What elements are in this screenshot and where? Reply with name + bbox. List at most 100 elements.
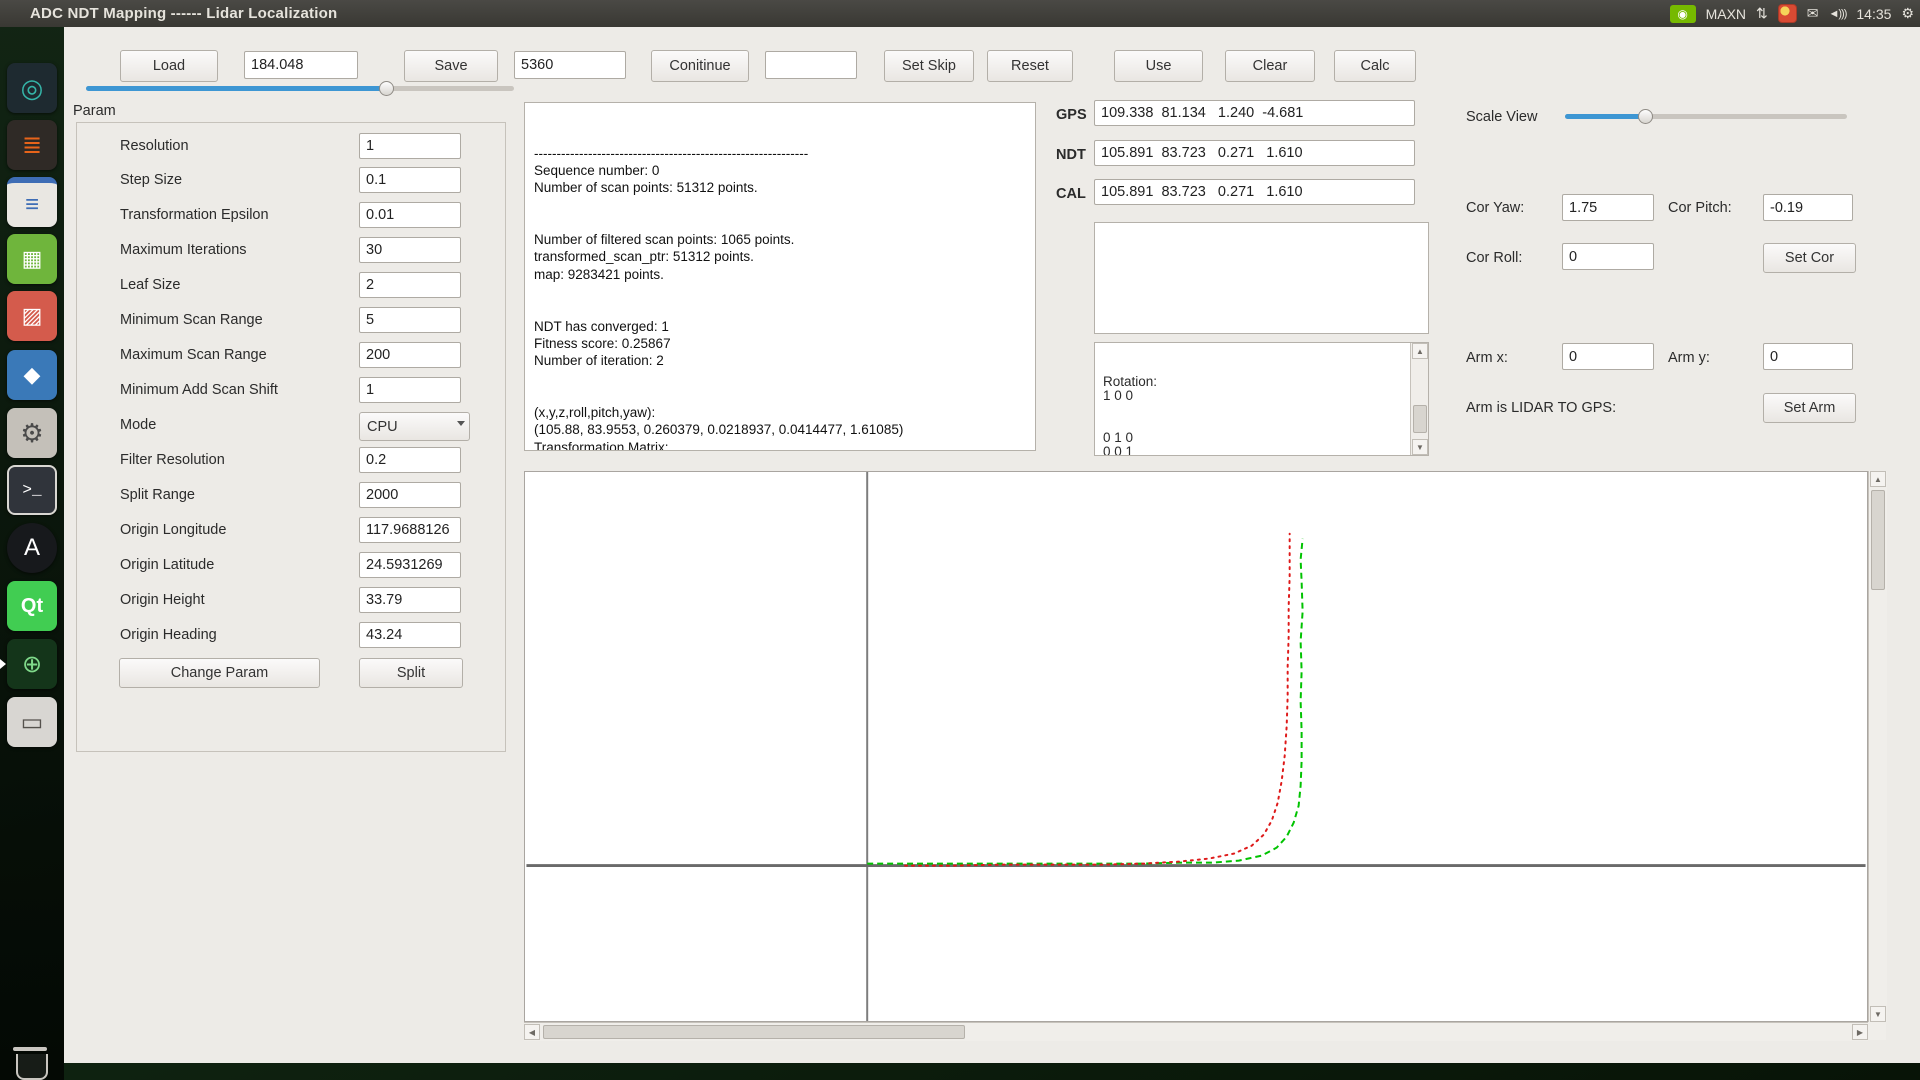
launcher-disks[interactable]: ▭	[7, 697, 57, 747]
calc-button[interactable]: Calc	[1334, 50, 1416, 82]
rotation-scrollbar[interactable]: ▲ ▼	[1410, 343, 1428, 455]
split-button[interactable]: Split	[359, 658, 463, 688]
trajectory-plot	[525, 472, 1867, 1021]
trash-icon	[16, 1054, 48, 1080]
scale-view-label: Scale View	[1466, 109, 1537, 125]
param-input-leaf-size[interactable]	[359, 272, 461, 298]
map-horizontal-scrollbar[interactable]: ◀ ▶	[524, 1022, 1868, 1041]
rotation-scrollbar-handle[interactable]	[1413, 405, 1427, 433]
chevron-down-icon	[457, 421, 465, 426]
cor-pitch-input[interactable]	[1763, 194, 1853, 221]
launcher-terminal[interactable]: >_	[7, 465, 57, 515]
scale-view-slider-knob[interactable]	[1638, 109, 1653, 124]
session-gear-icon[interactable]: ⚙	[1901, 5, 1914, 22]
launcher-libreoffice-calc[interactable]: ▦	[7, 234, 57, 284]
map-scroll-down-icon[interactable]: ▼	[1870, 1006, 1886, 1022]
param-label-split-range: Split Range	[120, 487, 195, 503]
launcher-dash[interactable]: ◎	[7, 63, 57, 113]
clear-button[interactable]: Clear	[1225, 50, 1315, 82]
cor-roll-label: Cor Roll:	[1466, 250, 1522, 266]
use-button[interactable]: Use	[1114, 50, 1203, 82]
gps-trajectory-trace	[905, 534, 1290, 866]
map-scroll-right-icon[interactable]: ▶	[1852, 1024, 1868, 1040]
set-arm-button[interactable]: Set Arm	[1763, 393, 1856, 423]
arm-note-label: Arm is LIDAR TO GPS:	[1466, 400, 1616, 416]
param-input-origin-latitude[interactable]	[359, 552, 461, 578]
map-hscroll-handle[interactable]	[543, 1025, 965, 1039]
ndt-trajectory-trace	[867, 539, 1302, 864]
mail-icon[interactable]: ✉	[1807, 5, 1819, 22]
param-label-origin-latitude: Origin Latitude	[120, 557, 214, 573]
map-vertical-scrollbar[interactable]: ▲ ▼	[1868, 471, 1887, 1022]
window-title: ADC NDT Mapping ------ Lidar Localizatio…	[30, 5, 337, 22]
clock-label[interactable]: 14:35	[1856, 6, 1891, 22]
map-scroll-up-icon[interactable]: ▲	[1870, 471, 1886, 487]
scrollbar-corner	[1868, 1022, 1886, 1040]
rotation-text: Rotation:1 0 0 0 1 00 0 1 roll:0 pitch:-…	[1095, 343, 1428, 456]
save-button[interactable]: Save	[404, 50, 498, 82]
gps-label: GPS	[1056, 107, 1087, 123]
param-group-title: Param	[73, 103, 116, 119]
launcher-qt[interactable]: Qt	[7, 581, 57, 631]
set-cor-button[interactable]: Set Cor	[1763, 243, 1856, 273]
launcher-trash[interactable]	[7, 1042, 57, 1080]
log-output: ----------------------------------------…	[524, 102, 1036, 451]
param-label-origin-heading: Origin Heading	[120, 627, 217, 643]
arm-y-input[interactable]	[1763, 343, 1853, 370]
param-input-filter-resolution[interactable]	[359, 447, 461, 473]
param-input-resolution[interactable]	[359, 133, 461, 159]
sequence-slider[interactable]	[86, 86, 514, 91]
param-input-min-scan-range[interactable]	[359, 307, 461, 333]
param-label-filter-resolution: Filter Resolution	[120, 452, 225, 468]
launcher-app-a[interactable]: A	[7, 523, 57, 573]
scroll-down-icon[interactable]: ▼	[1412, 439, 1428, 455]
cor-yaw-input[interactable]	[1562, 194, 1654, 221]
continue-button[interactable]: Conitinue	[651, 50, 749, 82]
param-input-step-size[interactable]	[359, 167, 461, 193]
param-input-max-iterations[interactable]	[359, 237, 461, 263]
map-vscroll-handle[interactable]	[1871, 490, 1885, 590]
reset-button[interactable]: Reset	[987, 50, 1073, 82]
cal-value-input[interactable]	[1094, 179, 1415, 205]
scale-view-slider[interactable]	[1565, 114, 1847, 119]
arm-x-label: Arm x:	[1466, 350, 1508, 366]
param-label-trans-epsilon: Transformation Epsilon	[120, 207, 269, 223]
param-label-min-scan-range: Minimum Scan Range	[120, 312, 263, 328]
gps-value-input[interactable]	[1094, 100, 1415, 126]
launcher-dock: ◎ ≣ ≡ ▦ ▨ ◆ ⚙ >_ A Qt ⊕ ▭	[0, 27, 64, 1080]
save-value-input[interactable]	[514, 51, 626, 79]
cal-label: CAL	[1056, 186, 1086, 202]
scroll-up-icon[interactable]: ▲	[1412, 343, 1428, 359]
param-label-mode: Mode	[120, 417, 156, 433]
cor-roll-input[interactable]	[1562, 243, 1654, 270]
launcher-file-cabinet[interactable]: ≣	[7, 120, 57, 170]
volume-icon[interactable]: ◄)))	[1829, 8, 1847, 20]
launcher-software-center[interactable]: ◆	[7, 350, 57, 400]
param-input-max-scan-range[interactable]	[359, 342, 461, 368]
launcher-system-settings[interactable]: ⚙	[7, 408, 57, 458]
param-input-split-range[interactable]	[359, 482, 461, 508]
set-skip-button[interactable]: Set Skip	[884, 50, 974, 82]
launcher-libreoffice-impress[interactable]: ▨	[7, 291, 57, 341]
map-viewport[interactable]	[524, 471, 1868, 1022]
network-updown-icon[interactable]: ⇅	[1756, 5, 1768, 22]
param-input-trans-epsilon[interactable]	[359, 202, 461, 228]
nvidia-icon[interactable]: ◉	[1670, 5, 1696, 23]
map-scroll-left-icon[interactable]: ◀	[524, 1024, 540, 1040]
cor-pitch-label: Cor Pitch:	[1668, 200, 1732, 216]
launcher-lidar-mapping-app[interactable]: ⊕	[7, 639, 57, 689]
mode-combobox[interactable]: CPU	[359, 412, 470, 441]
param-input-origin-height[interactable]	[359, 587, 461, 613]
change-param-button[interactable]: Change Param	[119, 658, 320, 688]
load-button[interactable]: Load	[120, 50, 218, 82]
launcher-text-editor[interactable]: ≡	[7, 177, 57, 227]
load-value-input[interactable]	[244, 51, 358, 79]
param-input-origin-heading[interactable]	[359, 622, 461, 648]
input-method-icon[interactable]	[1778, 4, 1797, 23]
sequence-slider-knob[interactable]	[379, 81, 394, 96]
param-input-origin-longitude[interactable]	[359, 517, 461, 543]
arm-x-input[interactable]	[1562, 343, 1654, 370]
skip-value-input[interactable]	[765, 51, 857, 79]
param-input-min-add-scan-shift[interactable]	[359, 377, 461, 403]
ndt-value-input[interactable]	[1094, 140, 1415, 166]
